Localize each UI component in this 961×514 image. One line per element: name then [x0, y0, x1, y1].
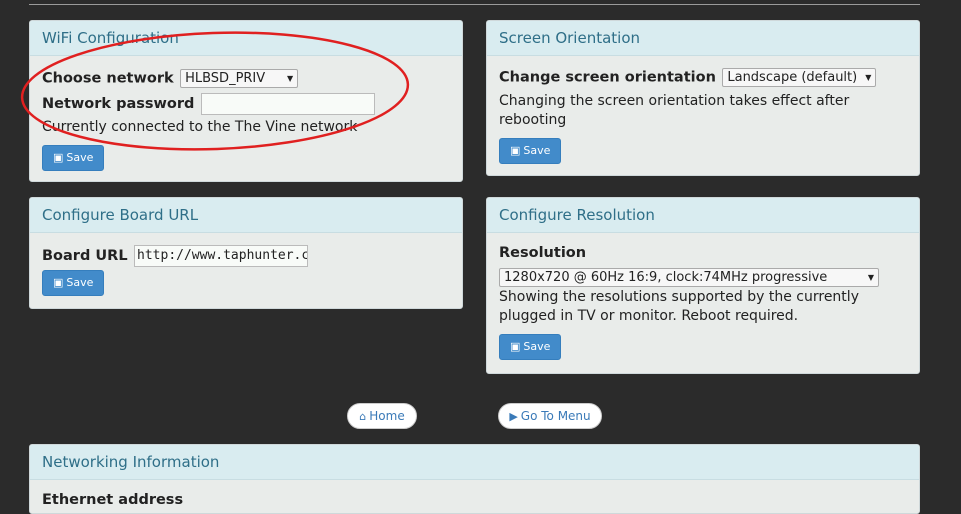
caret-down-icon: ▼: [867, 273, 874, 282]
play-icon: ▶: [509, 410, 518, 423]
resolution-select-value: 1280x720 @ 60Hz 16:9, clock:74MHz progre…: [504, 270, 828, 285]
floppy-disk-icon: ▣: [53, 276, 64, 289]
network-select[interactable]: HLBSD_PRIV ▼: [180, 69, 299, 88]
network-select-value: HLBSD_PRIV: [185, 71, 266, 86]
wifi-panel-title: WiFi Configuration: [30, 21, 462, 56]
change-orientation-label: Change screen orientation: [499, 69, 716, 86]
orientation-select-value: Landscape (default): [727, 70, 858, 85]
wifi-save-label: Save: [66, 151, 94, 164]
orientation-select[interactable]: Landscape (default) ▼: [722, 68, 877, 87]
connected-status-text: Currently connected to the The Vine netw…: [42, 119, 358, 135]
network-password-label: Network password: [42, 96, 195, 112]
orientation-panel-title: Screen Orientation: [487, 21, 919, 56]
networking-panel: Networking Information Ethernet address: [29, 444, 920, 514]
home-button[interactable]: ⌂ Home: [347, 403, 417, 429]
resolution-panel-title: Configure Resolution: [487, 198, 919, 233]
go-to-menu-button[interactable]: ▶ Go To Menu: [498, 403, 602, 429]
board-url-save-button[interactable]: ▣ Save: [42, 270, 105, 296]
floppy-disk-icon: ▣: [53, 151, 64, 164]
resolution-panel: Configure Resolution Resolution 1280x720…: [486, 197, 920, 374]
home-icon: ⌂: [359, 410, 367, 423]
board-url-save-label: Save: [66, 276, 94, 289]
caret-down-icon: ▼: [286, 74, 294, 83]
floppy-disk-icon: ▣: [510, 340, 521, 353]
board-url-label: Board URL: [42, 248, 128, 264]
board-url-panel-title: Configure Board URL: [30, 198, 462, 233]
resolution-select[interactable]: 1280x720 @ 60Hz 16:9, clock:74MHz progre…: [499, 268, 879, 287]
orientation-save-label: Save: [523, 144, 551, 157]
orientation-panel: Screen Orientation Change screen orienta…: [486, 20, 920, 176]
board-url-panel: Configure Board URL Board URL http://www…: [29, 197, 463, 309]
orientation-save-button[interactable]: ▣ Save: [499, 138, 562, 164]
top-divider: [29, 4, 920, 5]
board-url-input[interactable]: http://www.taphunter.co: [134, 245, 309, 267]
home-label: Home: [369, 409, 405, 423]
caret-down-icon: ▼: [865, 73, 872, 82]
ethernet-address-label: Ethernet address: [42, 492, 184, 508]
floppy-disk-icon: ▣: [510, 144, 521, 157]
wifi-panel: WiFi Configuration Choose network HLBSD_…: [29, 20, 463, 182]
resolution-save-button[interactable]: ▣ Save: [499, 334, 562, 360]
network-password-input[interactable]: [200, 93, 375, 115]
orientation-note: Changing the screen orientation takes ef…: [499, 93, 850, 128]
resolution-save-label: Save: [523, 340, 551, 353]
resolution-note: Showing the resolutions supported by the…: [499, 289, 859, 324]
wifi-save-button[interactable]: ▣ Save: [42, 145, 105, 171]
choose-network-label: Choose network: [42, 70, 174, 87]
networking-panel-title: Networking Information: [30, 445, 919, 480]
resolution-label: Resolution: [499, 245, 587, 261]
go-to-menu-label: Go To Menu: [520, 409, 591, 423]
